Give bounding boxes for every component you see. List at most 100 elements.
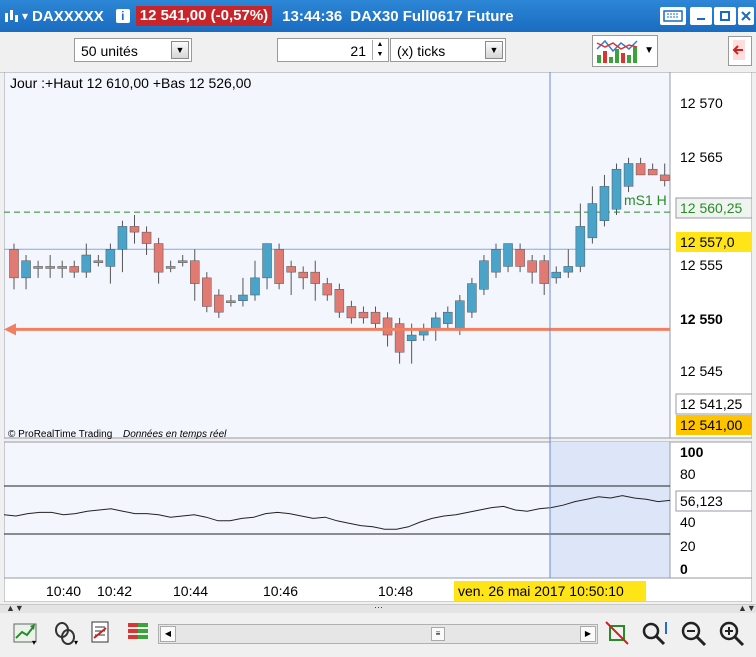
time-label: 10:40 (46, 583, 81, 599)
candle-body (214, 294, 224, 313)
ticks-unit-select[interactable]: (x) ticks ▼ (390, 38, 506, 62)
candle-body (129, 226, 140, 233)
zoom-fit-icon[interactable] (604, 620, 632, 648)
price-axis-label: 12 550 (680, 311, 723, 327)
time-label: 10:48 (378, 583, 413, 599)
candle-body (382, 317, 393, 336)
price-axis[interactable] (669, 72, 752, 439)
osc-axis-label: 0 (680, 561, 688, 577)
zoom-out-icon[interactable] (680, 620, 708, 648)
clock: 13:44:36 (282, 7, 343, 25)
candle-body (81, 254, 92, 273)
title-bar: ▾ DAXXXXX i 12 541,00 (-0,57%) 13:44:36 … (0, 0, 756, 32)
time-label: 10:42 (97, 583, 132, 599)
candle-body (238, 294, 248, 301)
scroll-thumb[interactable]: ≡ (431, 627, 445, 641)
osc-axis-label: 40 (680, 514, 696, 530)
keyboard-icon[interactable] (660, 7, 686, 25)
candle-body (153, 243, 164, 273)
zoom-in-icon[interactable] (718, 620, 746, 648)
scroll-right-icon[interactable]: ▶ (580, 626, 596, 642)
candle-body (226, 300, 236, 303)
chart-toolbar: 50 unités ▼ 21 ▲ ▼ (x) ticks ▼ ▼ (0, 32, 756, 73)
candle-body (286, 266, 296, 273)
candle-body (177, 260, 188, 263)
candle-body (455, 300, 465, 330)
price-panel[interactable] (4, 72, 671, 439)
candle-body (467, 283, 477, 313)
ticks-value: 21 (350, 43, 366, 59)
chevron-down-icon[interactable]: ▼ (171, 41, 189, 59)
candle-body (659, 174, 670, 181)
svg-text:▾: ▾ (32, 638, 36, 646)
draw-tools-icon (732, 40, 745, 60)
price-chart[interactable]: Jour :+Haut 12 610,00 +Bas 12 526,00 © P… (4, 72, 752, 602)
candle-body (575, 226, 586, 267)
candle-body (117, 226, 128, 250)
candle-body (262, 243, 272, 279)
collapse-up-icon[interactable]: ▲▼ (6, 603, 24, 613)
candle-body (93, 260, 104, 263)
candle-body (45, 266, 55, 269)
candle-body (635, 163, 646, 176)
oscillator-highlight (550, 442, 670, 578)
minimize-icon[interactable] (690, 7, 712, 25)
time-label: 10:46 (263, 583, 298, 599)
candle-body (346, 306, 357, 319)
chart-type-icon[interactable] (4, 8, 18, 24)
candle-body (491, 249, 501, 273)
candle-body (57, 266, 67, 269)
collapse-down-icon[interactable]: ▲▼ (738, 603, 756, 613)
indicators-icon (596, 39, 638, 63)
stepper-arrows-icon[interactable]: ▲ ▼ (372, 40, 387, 60)
candle-body (587, 203, 598, 239)
candle-body (599, 186, 610, 221)
cursor-price: 12 557,0 (680, 234, 735, 250)
units-select[interactable]: 50 unités ▼ (74, 38, 192, 62)
scroll-left-icon[interactable]: ◀ (160, 626, 176, 642)
candle-body (443, 311, 453, 324)
bottom-toolbar: ▲▼ ⋯ ▲▼ ▾ ▾ ◀ ≡ ▶ (0, 602, 756, 657)
link-icon[interactable]: ▾ (52, 620, 82, 646)
resize-grip-icon[interactable]: ⋯ (374, 602, 383, 613)
ticks-stepper[interactable]: 21 ▲ ▼ (277, 38, 389, 62)
chart-info-text: Jour :+Haut 12 610,00 +Bas 12 526,00 (10, 75, 252, 91)
candle-body (358, 311, 369, 319)
symbol-dropdown-icon[interactable]: ▾ (22, 9, 28, 23)
candle-body (141, 231, 152, 244)
candle-body (563, 266, 574, 273)
close-icon[interactable] (738, 7, 754, 25)
watermark-brand: © ProRealTime Trading (8, 429, 112, 440)
candle-body (21, 260, 31, 279)
candle-body (274, 249, 284, 284)
auto-scale-icon[interactable]: ▾ (12, 620, 42, 646)
candle-body (322, 283, 333, 296)
candle-body (539, 260, 549, 284)
candle-body (527, 260, 537, 273)
ticks-unit-value: (x) ticks (397, 43, 446, 59)
watermark-note: Données en temps réel (123, 429, 227, 440)
candle-body (406, 334, 417, 342)
symbol-name[interactable]: DAXXXXX (32, 8, 104, 25)
panel-resize-bar[interactable]: ▲▼ ⋯ ▲▼ (0, 602, 756, 613)
candle-body (190, 260, 200, 284)
horizontal-scrollbar[interactable]: ◀ ≡ ▶ (158, 624, 598, 644)
candle-body (69, 266, 79, 273)
candle-body (611, 168, 622, 210)
draw-tools-button[interactable] (728, 36, 752, 66)
price-change-badge: 12 541,00 (-0,57%) (135, 6, 273, 26)
indicators-button[interactable]: ▼ (592, 35, 658, 67)
cursor-time: ven. 26 mai 2017 10:50:10 (458, 583, 624, 599)
candle-body (431, 317, 441, 330)
maximize-icon[interactable] (714, 7, 736, 25)
order-list-icon[interactable] (90, 620, 112, 646)
chevron-down-icon[interactable]: ▼ (644, 45, 654, 56)
zoom-vertical-icon[interactable] (640, 620, 670, 648)
candle-body (165, 266, 176, 269)
order-book-icon[interactable] (126, 620, 152, 646)
candle-body (9, 249, 19, 279)
candle-body (33, 266, 43, 269)
chevron-down-icon[interactable]: ▼ (485, 41, 503, 59)
price-axis-label: 12 555 (680, 257, 723, 273)
info-icon[interactable]: i (115, 9, 130, 23)
